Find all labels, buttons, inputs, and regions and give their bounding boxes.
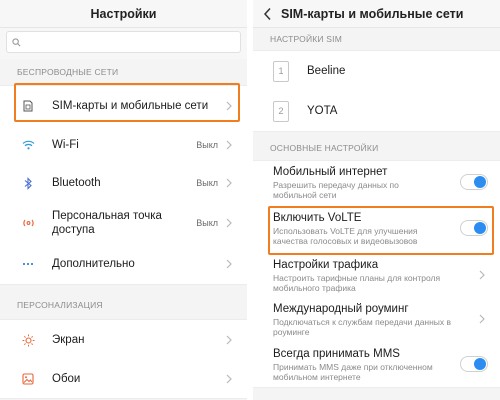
always-mms-row[interactable]: Всегда принимать MMS Принимать MMS даже …: [253, 341, 500, 387]
chevron-right-icon: [226, 259, 232, 269]
section-basic-settings: ОСНОВНЫЕ НАСТРОЙКИ: [270, 143, 379, 153]
sim-settings-panel: SIM-карты и мобильные сети НАСТРОЙКИ SIM…: [253, 0, 500, 400]
volte-row[interactable]: Включить VoLTE Использовать VoLTE для ул…: [253, 203, 500, 253]
wireless-group: SIM-карты и мобильные сети Wi-Fi Выкл Bl…: [0, 85, 247, 285]
sim-name: Beeline: [307, 65, 346, 77]
chevron-right-icon: [226, 374, 232, 384]
bluetooth-icon: [20, 176, 36, 190]
settings-panel: Настройки БЕСПРОВОДНЫЕ СЕТИ SIM-карты и …: [0, 0, 247, 400]
mobile-internet-title: Мобильный интернет: [273, 165, 388, 178]
sim-label: SIM-карты и мобильные сети: [52, 100, 209, 112]
section-sim-settings: НАСТРОЙКИ SIM: [270, 34, 343, 44]
page-title: Настройки: [90, 6, 157, 21]
sidebar-item-sim[interactable]: SIM-карты и мобильные сети: [0, 86, 247, 126]
wifi-label: Wi-Fi: [52, 139, 79, 151]
sidebar-item-hotspot[interactable]: Персональная точка доступа Выкл: [0, 202, 247, 244]
sidebar-item-display[interactable]: Экран: [0, 320, 247, 360]
sidebar-item-more[interactable]: Дополнительно: [0, 244, 247, 284]
sim-item-yota[interactable]: 2 YOTA: [253, 91, 500, 131]
volte-toggle[interactable]: [460, 220, 488, 236]
chevron-right-icon: [226, 218, 232, 228]
wifi-status: Выкл: [196, 140, 218, 150]
roaming-subtitle: Подключаться к службам передачи данных в…: [273, 316, 452, 337]
search-area: [0, 28, 247, 59]
sim-icon: [20, 100, 36, 112]
sim-slot-1-icon: 1: [273, 60, 289, 82]
volte-subtitle: Использовать VoLTE для улучшения качеств…: [273, 225, 418, 246]
search-input[interactable]: [6, 31, 241, 53]
chevron-right-icon: [479, 314, 485, 324]
sidebar-item-wallpaper[interactable]: Обои: [0, 360, 247, 398]
always-mms-toggle[interactable]: [460, 356, 488, 372]
personalization-group: Экран Обои: [0, 319, 247, 399]
sim-settings-header: SIM-карты и мобильные сети: [253, 0, 500, 28]
chevron-right-icon: [226, 335, 232, 345]
wallpaper-icon: [20, 373, 36, 385]
more-icon: [20, 262, 36, 266]
hotspot-icon: [20, 218, 36, 228]
basic-settings-group: Мобильный интернет Разрешить передачу да…: [253, 160, 500, 388]
brightness-icon: [20, 334, 36, 347]
traffic-settings-title: Настройки трафика: [273, 258, 379, 271]
traffic-settings-row[interactable]: Настройки трафика Настроить тарифные пла…: [253, 253, 500, 297]
chevron-right-icon: [226, 178, 232, 188]
mobile-internet-subtitle: Разрешить передачу данных по мобильной с…: [273, 179, 399, 200]
hotspot-status: Выкл: [196, 218, 218, 228]
display-label: Экран: [52, 334, 85, 346]
settings-header: Настройки: [0, 0, 247, 28]
always-mms-subtitle: Принимать MMS даже при отключенном мобил…: [273, 361, 433, 382]
sim-list: 1 Beeline 2 YOTA: [253, 50, 500, 132]
bluetooth-status: Выкл: [196, 178, 218, 188]
roaming-title: Международный роуминг: [273, 302, 409, 315]
roaming-row[interactable]: Международный роуминг Подключаться к слу…: [253, 297, 500, 341]
sidebar-item-bluetooth[interactable]: Bluetooth Выкл: [0, 164, 247, 202]
sim-name: YOTA: [307, 105, 338, 117]
sidebar-item-wifi[interactable]: Wi-Fi Выкл: [0, 126, 247, 164]
more-label: Дополнительно: [52, 258, 135, 270]
chevron-right-icon: [226, 140, 232, 150]
chevron-right-icon: [479, 270, 485, 280]
section-wireless: БЕСПРОВОДНЫЕ СЕТИ: [17, 67, 119, 77]
mobile-internet-row[interactable]: Мобильный интернет Разрешить передачу да…: [253, 161, 500, 203]
mobile-internet-toggle[interactable]: [460, 174, 488, 190]
sim-slot-2-icon: 2: [273, 100, 289, 122]
traffic-settings-subtitle: Настроить тарифные планы для контроля мо…: [273, 272, 441, 293]
page-title: SIM-карты и мобильные сети: [281, 6, 464, 21]
wifi-icon: [20, 140, 36, 150]
always-mms-title: Всегда принимать MMS: [273, 347, 400, 360]
section-personalization: ПЕРСОНАЛИЗАЦИЯ: [17, 300, 103, 310]
sim-item-beeline[interactable]: 1 Beeline: [253, 51, 500, 91]
search-icon: [12, 37, 21, 46]
wallpaper-label: Обои: [52, 373, 81, 385]
back-arrow-icon[interactable]: [263, 7, 273, 21]
bluetooth-label: Bluetooth: [52, 177, 101, 189]
chevron-right-icon: [226, 101, 232, 111]
volte-title: Включить VoLTE: [273, 211, 362, 224]
hotspot-label: Персональная точка доступа: [52, 210, 162, 236]
